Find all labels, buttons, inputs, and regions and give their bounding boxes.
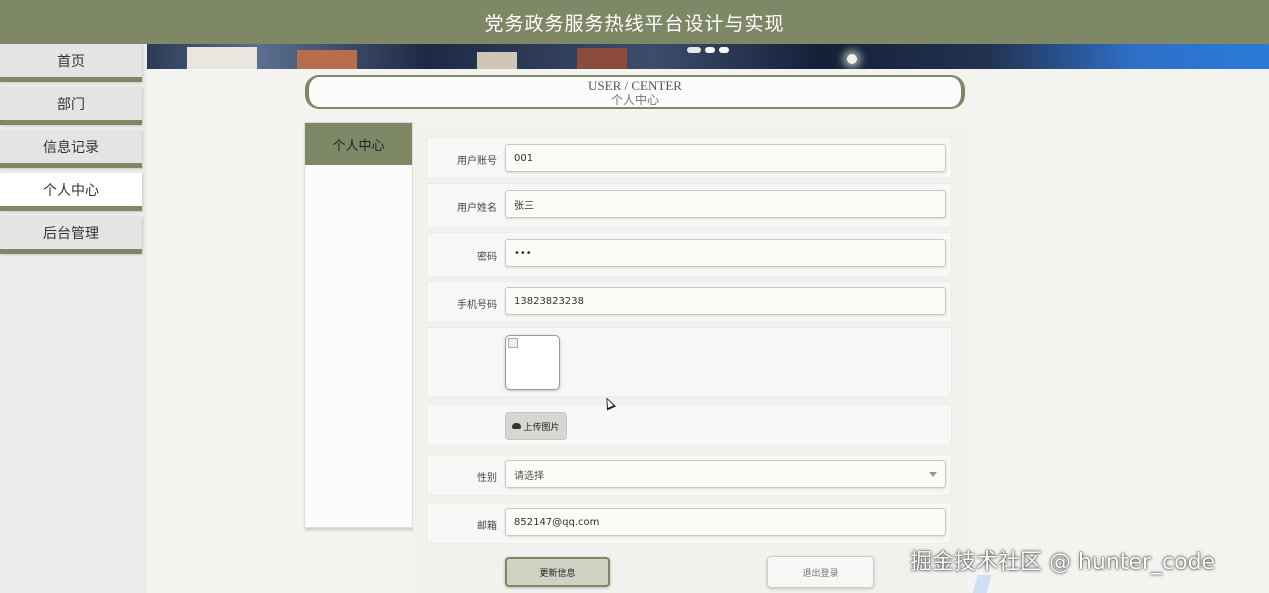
cloud-upload-icon [512, 423, 522, 429]
banner-scene-building [477, 52, 517, 69]
account-label: 用户账号 [457, 156, 497, 167]
page-title-zh: 个人中心 [610, 93, 659, 107]
carousel-dot[interactable] [705, 47, 715, 53]
avatar-preview [505, 335, 560, 390]
account-input[interactable] [505, 144, 946, 172]
profile-tab-panel: 个人中心 [304, 122, 413, 528]
banner-light [847, 54, 857, 64]
watermark-text: 掘金技术社区 @ hunter_code [910, 550, 1216, 575]
banner-scene-building [297, 50, 357, 69]
sidebar-item-records[interactable]: 信息记录 [0, 130, 142, 168]
profile-form: 用户账号 用户姓名 密码 手机号码 上传图片 性别 请选择 邮箱 [413, 122, 967, 593]
sidebar-item-label: 后台管理 [43, 225, 99, 242]
password-input[interactable] [505, 239, 946, 267]
upload-label: 上传图片 [523, 422, 560, 433]
form-row-account: 用户账号 [426, 137, 952, 179]
banner-scene-building [577, 48, 627, 69]
email-label: 邮箱 [477, 521, 497, 532]
password-label: 密码 [477, 252, 497, 263]
upload-image-button[interactable]: 上传图片 [505, 412, 567, 440]
banner-carousel[interactable] [147, 44, 1269, 69]
tab-profile[interactable]: 个人中心 [305, 123, 412, 165]
broken-image-icon [508, 338, 518, 348]
sidebar-item-department[interactable]: 部门 [0, 87, 142, 125]
gender-label: 性别 [477, 473, 497, 484]
page-title: USER / CENTER 个人中心 [305, 75, 965, 109]
decorative-arrow [972, 575, 992, 593]
app-header: 党务政务服务热线平台设计与实现 [0, 0, 1269, 44]
form-row-name: 用户姓名 [426, 183, 952, 228]
banner-scene-building [187, 47, 257, 69]
sidebar-item-label: 首页 [57, 53, 85, 70]
sidebar-item-label: 个人中心 [43, 182, 99, 199]
sidebar-item-label: 信息记录 [43, 139, 99, 156]
gender-select-value: 请选择 [514, 470, 544, 482]
form-row-phone: 手机号码 [426, 281, 952, 323]
carousel-dot[interactable] [719, 47, 729, 53]
form-row-password: 密码 [426, 232, 952, 277]
sidebar-item-admin[interactable]: 后台管理 [0, 216, 142, 254]
carousel-dot[interactable] [687, 47, 701, 53]
form-row-email: 邮箱 [426, 502, 952, 544]
gender-select[interactable]: 请选择 [505, 460, 946, 488]
logout-button[interactable]: 退出登录 [767, 556, 874, 588]
phone-label: 手机号码 [457, 300, 497, 311]
form-row-upload: 上传图片 [426, 404, 952, 446]
sidebar: 首页 部门 信息记录 个人中心 后台管理 [0, 44, 147, 593]
email-input[interactable] [505, 508, 946, 536]
update-info-button[interactable]: 更新信息 [505, 557, 610, 587]
name-label: 用户姓名 [457, 203, 497, 214]
phone-input[interactable] [505, 287, 946, 315]
name-input[interactable] [505, 190, 946, 218]
sidebar-item-label: 部门 [57, 96, 85, 113]
app-title: 党务政务服务热线平台设计与实现 [484, 12, 785, 35]
chevron-down-icon [929, 472, 937, 477]
page-title-en: USER / CENTER [588, 78, 682, 93]
sidebar-item-home[interactable]: 首页 [0, 44, 142, 82]
form-row-avatar [426, 327, 952, 397]
carousel-indicators [687, 47, 729, 53]
form-row-gender: 性别 请选择 [426, 454, 952, 496]
sidebar-item-profile[interactable]: 个人中心 [0, 173, 142, 211]
